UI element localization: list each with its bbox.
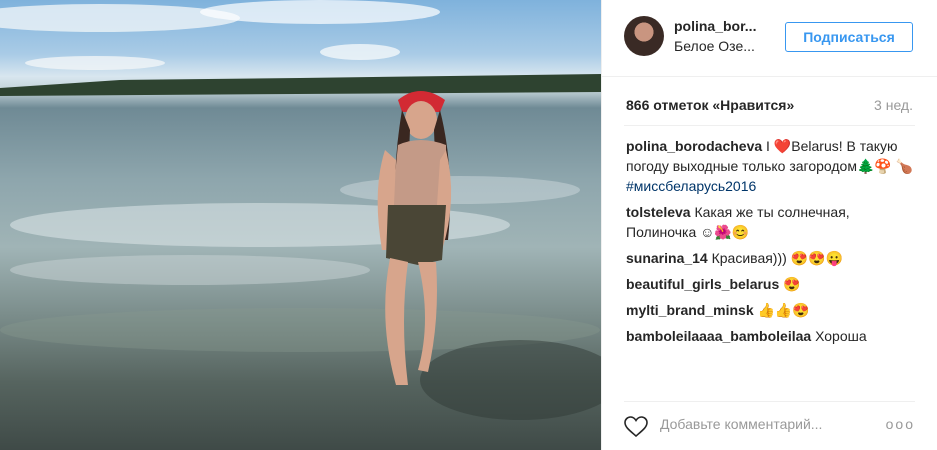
likes-count[interactable]: 866 отметок «Нравится» xyxy=(626,97,794,113)
comment-item: polina_borodacheva I ❤️Belarus! В такую … xyxy=(626,136,920,196)
comment-text: Хороша xyxy=(815,328,867,344)
comment-user[interactable]: sunarina_14 xyxy=(626,250,708,266)
more-options-icon[interactable]: ооо xyxy=(886,416,915,432)
post-header: polina_bor... Белое Озе... Подписаться xyxy=(602,0,937,77)
comment-input[interactable]: Добавьте комментарий... xyxy=(660,416,822,432)
comment-item: tolsteleva Какая же ты солнечная, Полино… xyxy=(626,202,920,242)
post-side-panel: polina_bor... Белое Озе... Подписаться 8… xyxy=(601,0,937,450)
follow-button[interactable]: Подписаться xyxy=(785,22,913,52)
comment-text: Красивая))) 😍😍😛 xyxy=(711,250,843,266)
comment-item: beautiful_girls_belarus 😍 xyxy=(626,274,920,294)
comment-user[interactable]: polina_borodacheva xyxy=(626,138,762,154)
comment-user[interactable]: bamboleilaaaa_bamboleilaa xyxy=(626,328,811,344)
username-link[interactable]: polina_bor... xyxy=(674,18,756,34)
comment-item: sunarina_14 Красивая))) 😍😍😛 xyxy=(626,248,920,268)
divider xyxy=(624,125,915,126)
photo-illustration xyxy=(0,0,601,420)
comment-user[interactable]: mylti_brand_minsk xyxy=(626,302,754,318)
comment-item: bamboleilaaaa_bamboleilaa Хороша xyxy=(626,326,920,346)
heart-icon[interactable] xyxy=(624,416,648,438)
post-modal: polina_bor... Белое Озе... Подписаться 8… xyxy=(0,0,937,450)
avatar[interactable] xyxy=(624,16,664,56)
post-photo[interactable] xyxy=(0,0,601,450)
comment-user[interactable]: beautiful_girls_belarus xyxy=(626,276,779,292)
comment-text: 😍 xyxy=(783,276,801,292)
comment-user[interactable]: tolsteleva xyxy=(626,204,691,220)
comments-list: polina_borodacheva I ❤️Belarus! В такую … xyxy=(626,136,920,352)
add-comment-row: Добавьте комментарий... ооо xyxy=(624,401,915,450)
comment-text: 👍👍😍 xyxy=(757,302,810,318)
comment-item: mylti_brand_minsk 👍👍😍 xyxy=(626,300,920,320)
location-link[interactable]: Белое Озе... xyxy=(674,38,755,54)
post-time[interactable]: 3 нед. xyxy=(874,97,913,113)
